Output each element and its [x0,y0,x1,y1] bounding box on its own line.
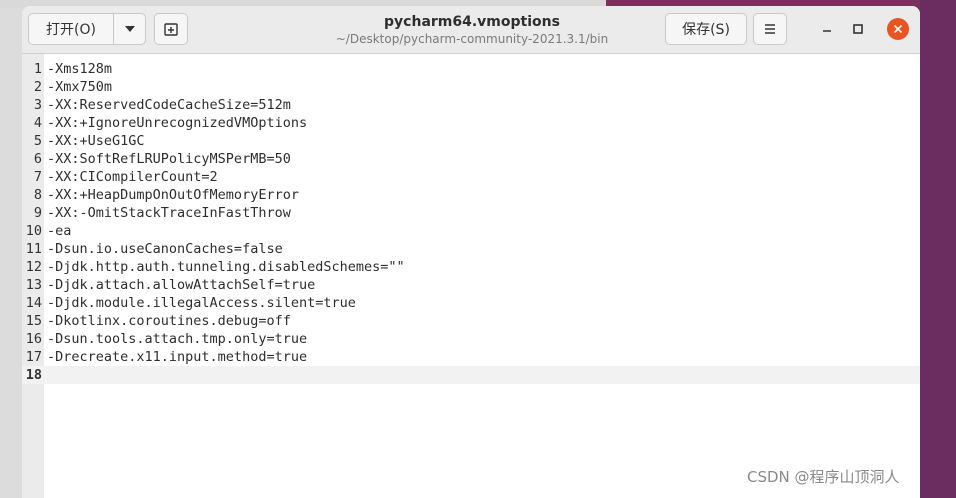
line-text: -XX:+UseG1GC [47,133,145,149]
code-line[interactable]: 7 -XX:CICompilerCount=2 [22,168,920,186]
line-number: 2 [33,79,42,95]
open-recent-dropdown-button[interactable] [113,13,146,45]
code-line[interactable]: 10 -ea [22,222,920,240]
line-number: 8 [33,187,42,203]
open-button-label: 打开(O) [46,22,96,38]
line-text: -XX:+HeapDumpOnOutOfMemoryError [47,187,299,203]
close-button[interactable] [887,18,909,40]
open-button[interactable]: 打开(O) [28,13,114,45]
line-text: -XX:ReservedCodeCacheSize=512m [47,97,291,113]
line-number: 5 [33,133,42,149]
save-button[interactable]: 保存(S) [665,13,747,45]
maximize-icon [853,24,863,34]
code-line[interactable]: 14 -Djdk.module.illegalAccess.silent=true [22,294,920,312]
code-line[interactable]: 8 -XX:+HeapDumpOnOutOfMemoryError [22,186,920,204]
new-tab-icon [164,23,178,36]
line-number: 17 [25,349,42,365]
gedit-window: 打开(O) pycharm64.vmoptions ~/Desktop/pych… [22,6,920,498]
line-text: -Dsun.tools.attach.tmp.only=true [47,331,308,347]
line-number: 12 [25,259,42,275]
line-number: 7 [33,169,42,185]
line-number: 15 [25,313,42,329]
line-text: -Xms128m [47,61,113,77]
new-tab-button[interactable] [154,13,188,45]
line-number: 16 [25,331,42,347]
line-number: 13 [25,277,42,293]
code-line[interactable]: 6 -XX:SoftRefLRUPolicyMSPerMB=50 [22,150,920,168]
hamburger-menu-icon [765,24,775,34]
code-line[interactable]: 1 -Xms128m [22,60,920,78]
line-text: -Djdk.module.illegalAccess.silent=true [47,295,356,311]
code-line[interactable]: 13 -Djdk.attach.allowAttachSelf=true [22,276,920,294]
line-number: 18 [25,367,42,383]
line-number: 4 [33,115,42,131]
line-number: 1 [33,61,42,77]
code-line[interactable]: 3 -XX:ReservedCodeCacheSize=512m [22,96,920,114]
code-line[interactable]: 2 -Xmx750m [22,78,920,96]
window-title: pycharm64.vmoptions [384,14,560,30]
line-text: -XX:-OmitStackTraceInFastThrow [47,205,291,221]
line-number: 11 [25,241,42,257]
code-line[interactable]: 18 [22,366,920,384]
code-line[interactable]: 11 -Dsun.io.useCanonCaches=false [22,240,920,258]
maximize-button[interactable] [848,19,868,39]
file-path-subtitle: ~/Desktop/pycharm-community-2021.3.1/bin [335,32,609,46]
line-number: 9 [33,205,42,221]
line-text: -ea [47,223,72,239]
title-area: pycharm64.vmoptions ~/Desktop/pycharm-co… [272,14,672,47]
line-number: 6 [33,151,42,167]
line-text: -XX:+IgnoreUnrecognizedVMOptions [47,115,308,131]
line-text: -Dsun.io.useCanonCaches=false [47,241,283,257]
line-number: 10 [25,223,42,239]
line-number: 14 [25,295,42,311]
code-line[interactable]: 15 -Dkotlinx.coroutines.debug=off [22,312,920,330]
code-line[interactable]: 4 -XX:+IgnoreUnrecognizedVMOptions [22,114,920,132]
minimize-icon [823,30,831,32]
text-editor[interactable]: 1 -Xms128m 2 -Xmx750m 3 -XX:ReservedCodeCache… [22,54,920,498]
line-text: -Drecreate.x11.input.method=true [47,349,308,365]
desktop-background-left [0,0,22,498]
code-line[interactable]: 12 -Djdk.http.auth.tunneling.disabledSche… [22,258,920,276]
line-text: -Djdk.http.auth.tunneling.disabledScheme… [47,259,405,275]
close-icon [893,24,903,34]
code-line[interactable]: 5 -XX:+UseG1GC [22,132,920,150]
header-bar: 打开(O) pycharm64.vmoptions ~/Desktop/pych… [22,6,920,54]
code-line[interactable]: 17 -Drecreate.x11.input.method=true [22,348,920,366]
chevron-down-icon [124,26,135,32]
code-line[interactable]: 16 -Dsun.tools.attach.tmp.only=true [22,330,920,348]
watermark: CSDN @程序山顶洞人 [747,468,900,486]
menu-button[interactable] [753,13,787,45]
save-button-label: 保存(S) [682,22,730,38]
line-text: -Dkotlinx.coroutines.debug=off [47,313,291,329]
code-line[interactable]: 9 -XX:-OmitStackTraceInFastThrow [22,204,920,222]
minimize-button[interactable] [817,19,837,39]
line-text: -XX:CICompilerCount=2 [47,169,218,185]
line-text: -Djdk.attach.allowAttachSelf=true [47,277,316,293]
line-text: -Xmx750m [47,79,113,95]
desktop-background-right [920,0,956,498]
line-number: 3 [33,97,42,113]
line-text: -XX:SoftRefLRUPolicyMSPerMB=50 [47,151,291,167]
